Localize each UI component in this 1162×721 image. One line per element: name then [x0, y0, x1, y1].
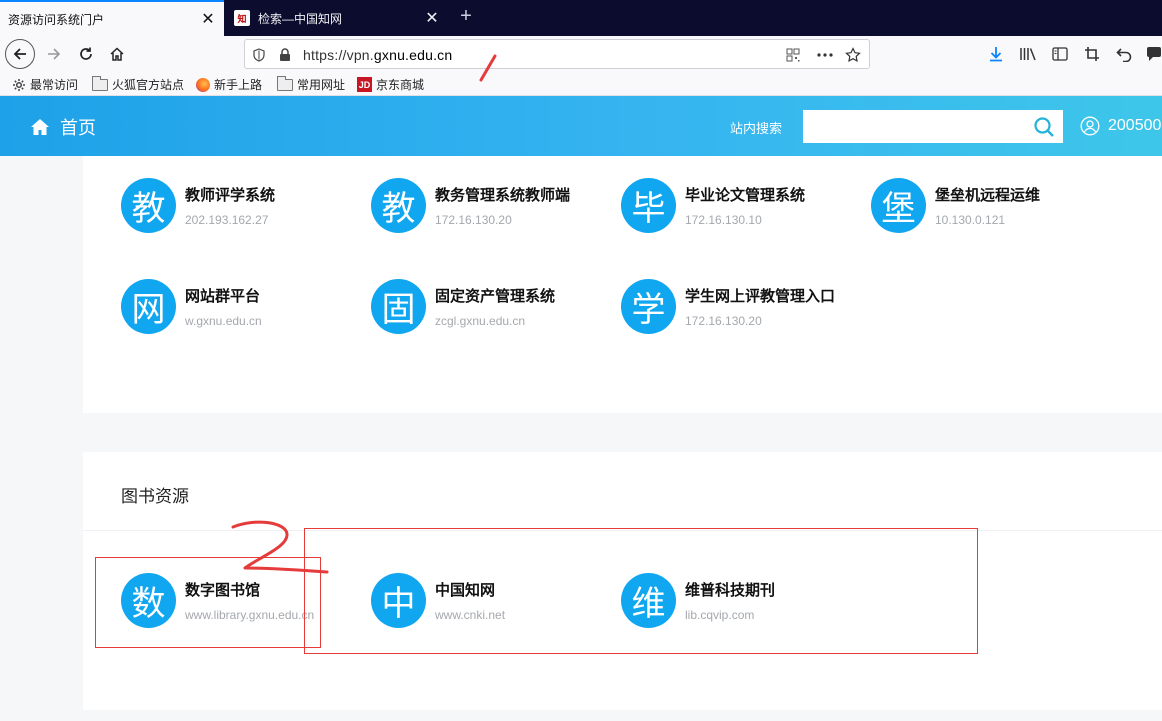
bookmark-firefox-site[interactable]: 火狐官方站点	[92, 75, 185, 93]
system-badge-icon: 教	[371, 177, 426, 233]
system-item[interactable]: 网 网站群平台 w.gxnu.edu.cn	[121, 278, 361, 334]
system-address: 172.16.130.20	[685, 313, 762, 328]
systems-panel: 教 教师评学系统 202.193.162.27 教 教务管理系统教师端 172.16…	[83, 156, 1162, 413]
system-item[interactable]: 教 教师评学系统 202.193.162.27	[121, 177, 361, 233]
home-icon	[110, 47, 124, 61]
folder-icon	[92, 75, 108, 91]
system-address: 172.16.130.10	[685, 212, 762, 227]
section-title: 图书资源	[121, 487, 189, 506]
bookmark-star-icon[interactable]	[843, 45, 863, 65]
system-name: 教务管理系统教师端	[435, 186, 571, 204]
tracking-shield-icon[interactable]	[249, 45, 269, 65]
system-address: 172.16.130.20	[435, 212, 512, 227]
annotation-box-digital-library	[95, 557, 321, 648]
cnki-favicon-icon: 知	[234, 10, 250, 26]
search-icon[interactable]	[1033, 116, 1055, 138]
browser-nav-bar: https://vpn.gxnu.edu.cn	[0, 36, 1162, 72]
system-address: zcgl.gxnu.edu.cn	[435, 313, 526, 328]
jd-logo-icon: JD	[357, 77, 372, 92]
system-address: w.gxnu.edu.cn	[185, 313, 262, 328]
system-name: 网站群平台	[185, 287, 261, 305]
folder-icon	[277, 75, 293, 91]
home-link[interactable]: 首页	[30, 114, 96, 140]
undo-arrow-icon[interactable]	[1112, 42, 1136, 66]
home-button[interactable]	[103, 40, 131, 68]
system-badge-icon: 堡	[871, 177, 926, 233]
back-button[interactable]	[5, 39, 35, 69]
tab-cnki-search[interactable]: 知 检索—中国知网 ✕	[226, 0, 448, 36]
tab-title: 资源访问系统门户	[8, 12, 105, 27]
system-name: 毕业论文管理系统	[685, 186, 806, 204]
site-search	[803, 110, 1063, 143]
new-tab-icon[interactable]: +	[454, 4, 478, 28]
address-bar[interactable]: https://vpn.gxnu.edu.cn	[244, 39, 870, 69]
reload-icon	[80, 47, 92, 60]
system-address: 10.130.0.121	[935, 212, 1006, 227]
system-badge-icon: 学	[621, 278, 676, 334]
site-header: 首页 站内搜索 200500	[0, 96, 1162, 156]
system-name: 教师评学系统	[185, 186, 276, 204]
lock-icon[interactable]	[275, 45, 295, 65]
library-icon[interactable]	[1016, 42, 1040, 66]
bookmark-label: 火狐官方站点	[112, 78, 185, 92]
bookmark-label: 常用网址	[297, 78, 346, 92]
arrow-right-icon	[48, 48, 61, 60]
bookmarks-toolbar: 最常访问 火狐官方站点 新手上路 常用网址 JD 京东商城	[0, 72, 1162, 96]
user-menu[interactable]: 200500	[1080, 116, 1161, 136]
system-item[interactable]: 堡 堡垒机远程运维 10.130.0.121	[871, 177, 1111, 233]
system-item[interactable]: 固 固定资产管理系统 zcgl.gxnu.edu.cn	[371, 278, 611, 334]
qr-code-icon[interactable]	[783, 45, 803, 65]
chat-bubble-icon[interactable]	[1142, 42, 1162, 66]
screenshot-crop-icon[interactable]	[1080, 42, 1104, 66]
search-input[interactable]	[803, 110, 1023, 143]
search-label: 站内搜索	[730, 121, 783, 136]
bookmark-most-visited[interactable]: 最常访问	[12, 76, 78, 93]
browser-tab-bar: 资源访问系统门户 ✕ 知 检索—中国知网 ✕ +	[0, 0, 1162, 36]
firefox-logo-icon	[196, 77, 210, 92]
page-actions-icon[interactable]	[815, 45, 835, 65]
url-text: https://vpn.gxnu.edu.cn	[303, 47, 452, 63]
system-badge-icon: 固	[371, 278, 426, 334]
system-name: 学生网上评教管理入口	[685, 287, 836, 305]
close-tab-icon[interactable]: ✕	[422, 8, 442, 28]
system-address: 202.193.162.27	[185, 212, 269, 227]
bookmark-label: 京东商城	[376, 78, 425, 92]
forward-button[interactable]	[40, 40, 68, 68]
annotation-box-journal-databases	[304, 528, 978, 654]
user-avatar-icon	[1080, 116, 1100, 136]
bookmark-label: 新手上路	[214, 78, 263, 92]
url-domain: gxnu.edu.cn	[373, 47, 453, 63]
system-item[interactable]: 教 教务管理系统教师端 172.16.130.20	[371, 177, 611, 233]
downloads-icon[interactable]	[984, 42, 1008, 66]
system-name: 固定资产管理系统	[435, 287, 556, 305]
tab-title: 检索—中国知网	[258, 11, 343, 26]
reload-button[interactable]	[72, 40, 100, 68]
system-badge-icon: 毕	[621, 177, 676, 233]
user-id: 200500	[1108, 117, 1162, 134]
tab-portal[interactable]: 资源访问系统门户 ✕	[0, 0, 224, 36]
sidebar-icon[interactable]	[1048, 42, 1072, 66]
bookmark-label: 最常访问	[30, 78, 79, 92]
bookmark-getting-started[interactable]: 新手上路	[196, 76, 262, 93]
close-tab-icon[interactable]: ✕	[198, 9, 218, 29]
bookmark-common-sites[interactable]: 常用网址	[277, 75, 346, 93]
bookmark-jd-mall[interactable]: JD 京东商城	[357, 76, 424, 93]
gear-icon	[13, 78, 25, 91]
home-label: 首页	[60, 118, 96, 138]
system-item[interactable]: 毕 毕业论文管理系统 172.16.130.10	[621, 177, 861, 233]
home-icon	[31, 119, 49, 135]
system-name: 堡垒机远程运维	[935, 186, 1041, 204]
arrow-left-icon	[13, 48, 26, 60]
system-badge-icon: 网	[121, 278, 176, 334]
url-prefix: https://vpn.	[303, 47, 374, 63]
system-item[interactable]: 学 学生网上评教管理入口 172.16.130.20	[621, 278, 861, 334]
system-badge-icon: 教	[121, 177, 176, 233]
